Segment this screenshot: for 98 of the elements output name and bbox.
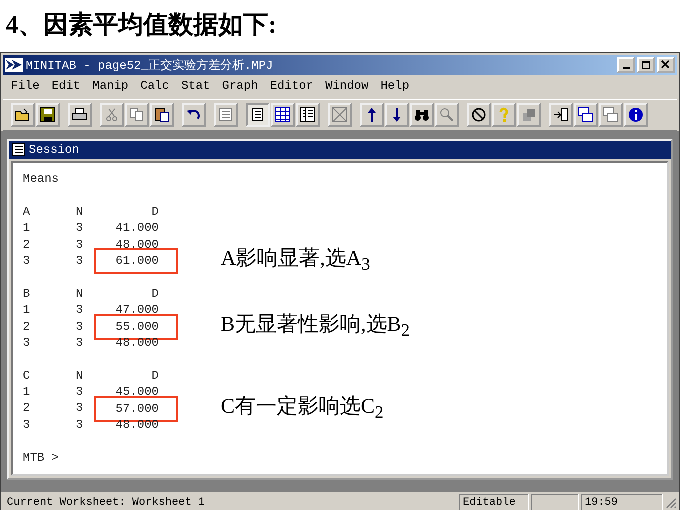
- minimize-button[interactable]: [617, 57, 635, 73]
- table-cell: 61.000: [94, 248, 178, 274]
- grid-icon: [275, 107, 291, 123]
- table-cell-text: 41.000: [114, 220, 159, 237]
- menu-item[interactable]: Graph: [216, 79, 264, 93]
- slide-title: 4、因素平均值数据如下:: [5, 10, 277, 41]
- maximize-icon: [641, 60, 651, 70]
- column-header: N: [76, 204, 84, 220]
- copy-button[interactable]: [125, 103, 149, 127]
- printer-button[interactable]: [68, 103, 92, 127]
- arrow-into-scroll-button[interactable]: [549, 103, 573, 127]
- prohibited-icon: [471, 107, 487, 123]
- column-header: A: [23, 204, 32, 220]
- column-header: C: [23, 368, 32, 384]
- scroll-button[interactable]: [246, 103, 270, 127]
- menu-item[interactable]: Help: [374, 79, 416, 93]
- menu-item[interactable]: Stat: [175, 79, 216, 93]
- window-title: MINITAB - page52_正交实验方差分析.MPJ: [26, 58, 274, 74]
- window-icon: [218, 107, 234, 123]
- annotation-text: B无显著性影响,选B$_{2}$: [221, 312, 410, 342]
- stacked-pages-button[interactable]: [517, 103, 541, 127]
- table-cell-text: 3: [76, 416, 84, 434]
- column-header: D: [150, 204, 159, 220]
- menu-item[interactable]: Manip: [86, 79, 135, 93]
- table-cell-text: 3: [76, 302, 84, 319]
- columns-icon: [300, 107, 316, 123]
- printer-icon: [72, 107, 88, 123]
- windows-button[interactable]: [574, 103, 598, 127]
- clipboard-icon: [154, 107, 170, 123]
- menu-item[interactable]: Edit: [46, 79, 87, 93]
- table-cell-text: 2: [23, 318, 32, 335]
- status-message: Current Worksheet: Worksheet 1: [6, 496, 206, 510]
- clipboard-button[interactable]: [150, 103, 174, 127]
- annotation-text: C有一定影响选C$_{2}$: [221, 394, 384, 424]
- info-button[interactable]: [624, 103, 648, 127]
- windows-icon: [578, 107, 594, 123]
- close-icon: [661, 60, 671, 70]
- column-header: B: [23, 286, 32, 302]
- menu-item[interactable]: File: [5, 79, 46, 93]
- status-pane: [531, 494, 579, 510]
- table-cell-text: 1: [23, 220, 32, 237]
- windows-icon: [603, 107, 619, 123]
- resize-grip-icon[interactable]: [665, 497, 677, 510]
- up-arrow-button[interactable]: [360, 103, 384, 127]
- column-header: N: [76, 368, 84, 384]
- cross-box-icon: [332, 107, 348, 123]
- status-time: 19:59: [581, 494, 663, 510]
- binoculars-button[interactable]: [410, 103, 434, 127]
- status-pane: Editable: [459, 494, 529, 510]
- table-cell-text: 3: [23, 252, 32, 270]
- table-cell-text: 3: [76, 318, 84, 335]
- stacked-pages-icon: [521, 107, 537, 123]
- search-replace-icon: [439, 107, 455, 123]
- window-button[interactable]: [214, 103, 238, 127]
- table-cell-text: 3: [76, 236, 84, 253]
- close-button[interactable]: [657, 57, 675, 73]
- open-folder-button[interactable]: [11, 103, 35, 127]
- table-cell-text: 3: [23, 334, 32, 352]
- binoculars-icon: [414, 107, 430, 123]
- column-header: D: [150, 368, 159, 384]
- info-icon: [628, 107, 644, 123]
- arrow-into-scroll-icon: [553, 107, 569, 123]
- table-cell-text: 3: [76, 252, 84, 270]
- command-prompt: MTB >: [23, 450, 60, 466]
- menu-item[interactable]: Calc: [134, 79, 176, 93]
- table-cell-text: 3: [76, 220, 84, 237]
- minimize-icon: [622, 67, 630, 69]
- column-header: N: [76, 286, 84, 302]
- undo-button[interactable]: [182, 103, 206, 127]
- maximize-button[interactable]: [637, 57, 655, 73]
- save-button[interactable]: [36, 103, 60, 127]
- table-cell-text: 2: [23, 236, 32, 253]
- table-cell-text: 3: [76, 384, 84, 400]
- session-title: Session: [29, 143, 80, 157]
- table-cell-text: 3: [76, 334, 84, 352]
- copy-icon: [129, 107, 145, 123]
- down-arrow-button[interactable]: [385, 103, 409, 127]
- table-cell-text: 3: [76, 400, 84, 417]
- grid-button[interactable]: [271, 103, 295, 127]
- output-heading: Means: [23, 171, 60, 188]
- annotation-text: A影响显著,选A$_{3}$: [221, 246, 370, 276]
- scissors-icon: [104, 107, 120, 123]
- save-icon: [40, 107, 56, 123]
- cross-box-button[interactable]: [328, 103, 352, 127]
- scissors-button[interactable]: [100, 103, 124, 127]
- table-cell-text: 3: [23, 416, 32, 434]
- column-header: D: [150, 286, 159, 302]
- minitab-logo-icon: [5, 58, 23, 72]
- menu-item[interactable]: Window: [320, 79, 375, 93]
- prohibited-button[interactable]: [467, 103, 491, 127]
- table-cell-text: 2: [23, 400, 32, 417]
- scroll-icon: [12, 143, 26, 157]
- scroll-icon: [250, 107, 266, 123]
- table-cell-text: 1: [23, 384, 32, 400]
- menu-item[interactable]: Editor: [264, 79, 320, 93]
- open-folder-icon: [15, 107, 31, 123]
- columns-button[interactable]: [296, 103, 320, 127]
- table-cell-text: 1: [23, 302, 32, 319]
